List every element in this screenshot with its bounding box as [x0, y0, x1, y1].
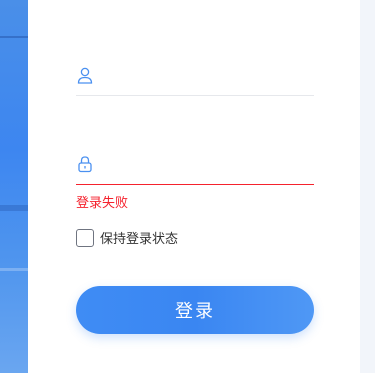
- login-error-message: 登录失败: [76, 196, 129, 211]
- background-panel: [0, 0, 28, 373]
- right-edge: [360, 0, 375, 373]
- remember-me-checkbox[interactable]: 保持登录状态: [76, 228, 178, 247]
- background-streak: [0, 36, 28, 38]
- background-streak: [0, 268, 28, 271]
- lock-icon: [76, 155, 94, 173]
- login-screen: 登录失败 保持登录状态 登录: [0, 0, 375, 373]
- password-input[interactable]: [106, 152, 286, 176]
- user-icon: [76, 66, 94, 84]
- username-input[interactable]: [106, 63, 286, 87]
- remember-me-label: 保持登录状态: [100, 232, 179, 247]
- checkbox-box[interactable]: [76, 228, 94, 247]
- password-field[interactable]: [76, 144, 314, 185]
- login-button[interactable]: 登录: [76, 286, 314, 334]
- background-streak: [0, 205, 28, 211]
- username-field[interactable]: [76, 55, 314, 96]
